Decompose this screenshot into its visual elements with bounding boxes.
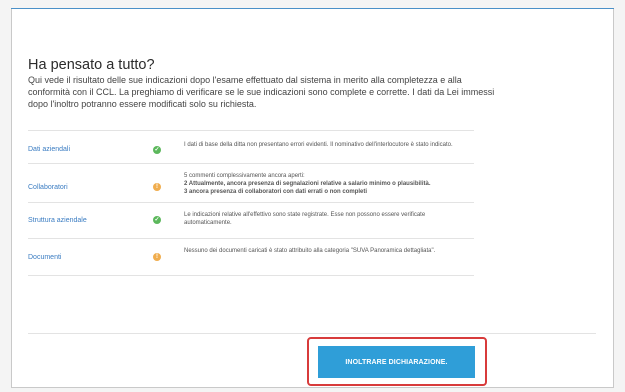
panel-top-border [11, 8, 614, 9]
page-title: Ha pensato a tutto? [28, 57, 155, 73]
table-row-documenti: Documenti ! Nessuno dei documenti carica… [28, 238, 474, 276]
exclamation-icon: ! [153, 183, 161, 191]
exclamation-icon: ! [153, 253, 161, 261]
row-line: 2 Attualmente, ancora presenza di segnal… [184, 181, 431, 187]
row-line: Nessuno dei documenti caricati è stato a… [184, 248, 436, 254]
table-row-collaboratori: Collaboratori ! 5 commenti complessivame… [28, 163, 474, 202]
footer-divider [28, 333, 596, 334]
check-icon: ✓ [153, 146, 161, 154]
row-text-dati-aziendali: I dati di base della ditta non presentan… [184, 141, 474, 149]
row-link-collaboratori[interactable]: Collaboratori [28, 184, 68, 191]
row-line: 3 ancora presenza di collaboratori con d… [184, 189, 368, 195]
check-summary-table: Dati aziendali ✓ I dati di base della di… [28, 130, 474, 276]
row-link-struttura-aziendale[interactable]: Struttura aziendale [28, 217, 87, 224]
intro-text: Qui vede il risultato delle sue indicazi… [28, 75, 495, 109]
table-row-dati-aziendali: Dati aziendali ✓ I dati di base della di… [28, 130, 474, 163]
row-line: 5 commenti complessivamente ancora apert… [184, 173, 305, 179]
row-line: I dati di base della ditta non presentan… [184, 142, 453, 148]
check-icon: ✓ [153, 216, 161, 224]
row-line: Le indicazioni relative all'effettivo so… [184, 212, 426, 226]
row-text-collaboratori: 5 commenti complessivamente ancora apert… [184, 172, 474, 196]
row-link-dati-aziendali[interactable]: Dati aziendali [28, 146, 70, 153]
row-text-documenti: Nessuno dei documenti caricati è stato a… [184, 247, 474, 255]
submit-declaration-button[interactable]: INOLTRARE DICHIARAZIONE. [318, 346, 475, 378]
table-row-struttura-aziendale: Struttura aziendale ✓ Le indicazioni rel… [28, 202, 474, 238]
row-link-documenti[interactable]: Documenti [28, 254, 61, 261]
row-text-struttura-aziendale: Le indicazioni relative all'effettivo so… [184, 211, 474, 227]
